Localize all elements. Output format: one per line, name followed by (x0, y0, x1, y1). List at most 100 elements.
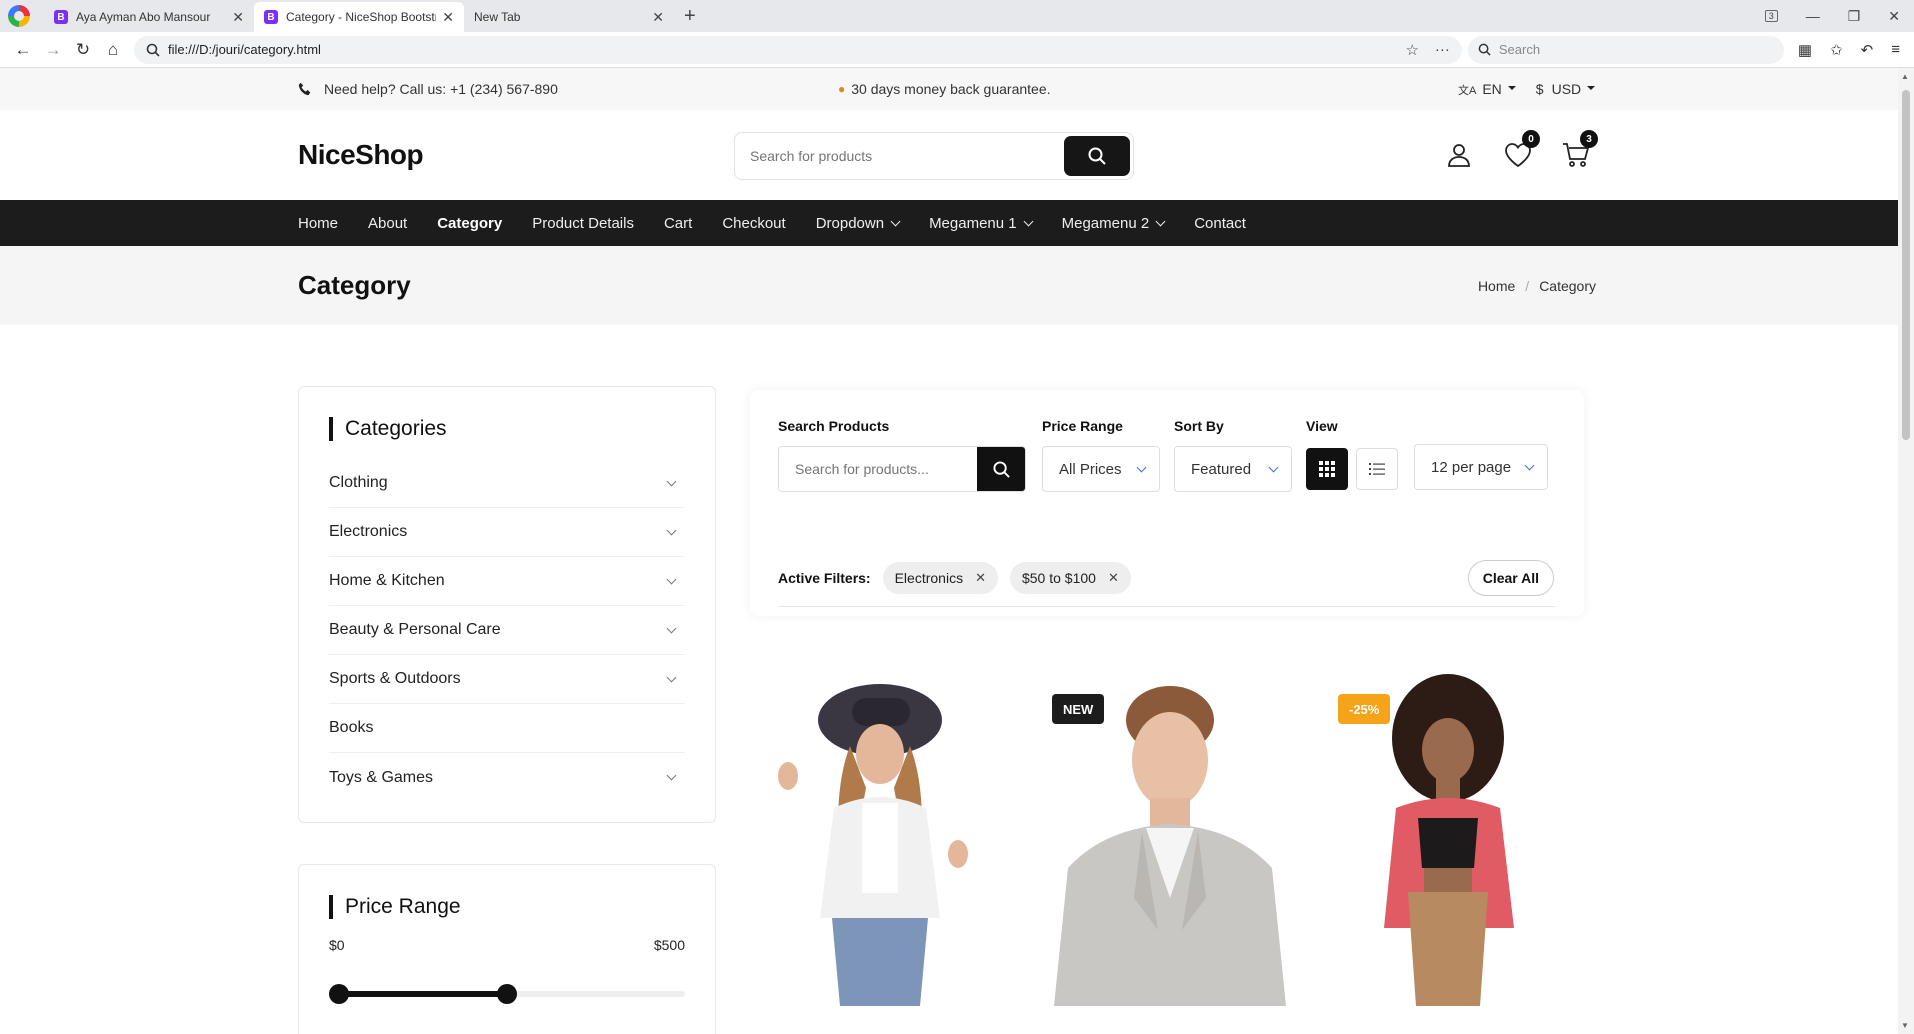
star-icon[interactable]: ☆ (1405, 41, 1418, 59)
home-icon[interactable]: ⌂ (98, 35, 128, 65)
category-item-home-kitchen[interactable]: Home & Kitchen (329, 557, 685, 606)
nav-megamenu-1[interactable]: Megamenu 1 (929, 215, 1034, 232)
more-icon[interactable]: ··· (1435, 41, 1450, 58)
back-icon[interactable]: ← (8, 35, 38, 65)
header-icons: 0 3 (1446, 130, 1598, 170)
chevron-down-icon[interactable] (666, 574, 677, 584)
remove-filter-icon[interactable]: ✕ (975, 570, 986, 586)
promo-text: 30 days money back guarantee. (851, 81, 1051, 97)
currency-symbol: $ (1535, 80, 1544, 97)
chevron-down-icon[interactable] (666, 525, 677, 535)
price-labels: $0 $500 (329, 937, 685, 953)
breadcrumb-current: Category (1539, 278, 1596, 294)
nav-about[interactable]: About (368, 215, 407, 232)
browser-tab[interactable]: B Aya Ayman Abo Mansour ✕ (44, 2, 254, 32)
filter-chip-price: $50 to $100 ✕ (1009, 562, 1131, 594)
price-filter-group: Price Range All Prices (1042, 418, 1160, 492)
new-tab-icon[interactable]: + (684, 5, 696, 28)
scrollbar-thumb[interactable] (1902, 90, 1910, 440)
user-icon (1448, 144, 1470, 167)
category-item-beauty[interactable]: Beauty & Personal Care (329, 606, 685, 655)
price-slider[interactable] (329, 983, 685, 1004)
category-item-books[interactable]: Books (329, 704, 685, 753)
nav-checkout[interactable]: Checkout (722, 215, 785, 232)
tab-counter-icon[interactable]: 3 (1764, 10, 1778, 22)
price-select-value: All Prices (1059, 460, 1122, 478)
category-item-electronics[interactable]: Electronics (329, 508, 685, 557)
page-scrollbar[interactable]: ▲ ▼ (1898, 68, 1914, 1034)
wishlist-button[interactable]: 0 (1504, 130, 1540, 170)
nav-home[interactable]: Home (298, 215, 338, 232)
breadcrumb-home[interactable]: Home (1478, 278, 1515, 294)
chevron-down-icon[interactable] (666, 623, 677, 633)
address-url: file:///D:/jouri/category.html (168, 42, 321, 57)
per-page-select[interactable]: 12 per page (1414, 444, 1548, 490)
menu-icon[interactable]: ≡ (1891, 41, 1900, 59)
category-item-sports[interactable]: Sports & Outdoors (329, 655, 685, 704)
tab-title: Aya Ayman Abo Mansour (76, 10, 211, 24)
category-item-clothing[interactable]: Clothing (329, 459, 685, 508)
product-search-input[interactable] (779, 447, 977, 491)
price-select[interactable]: All Prices (1042, 446, 1160, 492)
header-search-input[interactable] (738, 148, 1064, 164)
nav-megamenu-2[interactable]: Megamenu 2 (1062, 215, 1166, 232)
restore-icon[interactable]: ❐ (1848, 8, 1861, 25)
browser-tab-active[interactable]: B Category - NiceShop Bootstra ✕ (254, 2, 464, 32)
language-selector[interactable]: 文A EN (1458, 81, 1516, 98)
promo-line: ● 30 days money back guarantee. (838, 81, 1051, 97)
product-image-woman-shirt[interactable] (1356, 668, 1616, 1018)
list-view-button[interactable] (1356, 448, 1398, 490)
browser-search-box[interactable]: Search (1467, 35, 1784, 64)
favorites-icon[interactable]: ✩ (1830, 41, 1843, 59)
page-title: Category (298, 270, 411, 300)
scroll-up-icon[interactable]: ▲ (1901, 72, 1909, 81)
grid-icon (1319, 461, 1335, 477)
browser-tab[interactable]: ▭ New Tab ✕ (464, 2, 674, 84)
nav-category[interactable]: Category (437, 215, 502, 232)
nav-cart[interactable]: Cart (664, 215, 692, 232)
browser-logo-icon[interactable] (8, 5, 30, 27)
scroll-down-icon[interactable]: ▼ (1901, 1021, 1909, 1030)
site-logo[interactable]: NiceShop (298, 139, 424, 171)
close-icon[interactable]: ✕ (232, 9, 244, 26)
account-button[interactable] (1446, 142, 1474, 170)
remove-filter-icon[interactable]: ✕ (1108, 570, 1119, 586)
cart-button[interactable]: 3 (1562, 130, 1598, 170)
close-icon[interactable]: ✕ (442, 9, 454, 26)
close-window-icon[interactable]: ✕ (1888, 8, 1900, 25)
filter-chip-label: $50 to $100 (1021, 570, 1096, 586)
product-search-button[interactable] (977, 447, 1025, 491)
apps-icon[interactable]: ▦ (1798, 41, 1812, 59)
nav-contact[interactable]: Contact (1194, 215, 1246, 232)
category-item-toys[interactable]: Toys & Games (329, 753, 685, 802)
forward-icon[interactable]: → (38, 35, 68, 65)
price-filter-label: Price Range (1042, 418, 1123, 434)
list-icon (1369, 463, 1385, 475)
currency-selector[interactable]: $ USD (1536, 81, 1595, 98)
chevron-down-icon[interactable] (666, 770, 677, 781)
chevron-down-icon[interactable] (666, 672, 677, 682)
view-group: View (1306, 418, 1398, 490)
window-controls: 3 — ❐ ✕ (1764, 0, 1914, 32)
undo-icon[interactable]: ↶ (1861, 41, 1874, 59)
close-icon[interactable]: ✕ (652, 9, 664, 26)
categories-title: Categories (329, 417, 685, 441)
slider-min-handle[interactable] (329, 984, 349, 1004)
top-bar: Need help? Call us: +1 (234) 567-890 ● 3… (0, 68, 1898, 110)
filter-chip-label: Electronics (894, 570, 964, 586)
clear-all-button[interactable]: Clear All (1467, 560, 1554, 596)
category-label: Clothing (329, 474, 388, 491)
slider-max-handle[interactable] (497, 984, 517, 1004)
grid-view-button[interactable] (1306, 448, 1348, 490)
sort-select[interactable]: Featured (1174, 446, 1292, 492)
nav-dropdown[interactable]: Dropdown (816, 215, 901, 232)
main-nav: Home About Category Product Details Cart… (0, 200, 1898, 246)
chevron-down-icon[interactable] (666, 476, 677, 486)
reload-icon[interactable]: ↻ (68, 35, 98, 65)
header-search-button[interactable] (1064, 136, 1130, 176)
address-bar[interactable]: file:///D:/jouri/category.html ☆ ··· (134, 35, 1462, 64)
minimize-icon[interactable]: — (1806, 8, 1820, 24)
web-page: Need help? Call us: +1 (234) 567-890 ● 3… (0, 68, 1898, 1034)
product-image-woman-hat[interactable] (770, 668, 1030, 1018)
nav-product-details[interactable]: Product Details (532, 215, 634, 232)
